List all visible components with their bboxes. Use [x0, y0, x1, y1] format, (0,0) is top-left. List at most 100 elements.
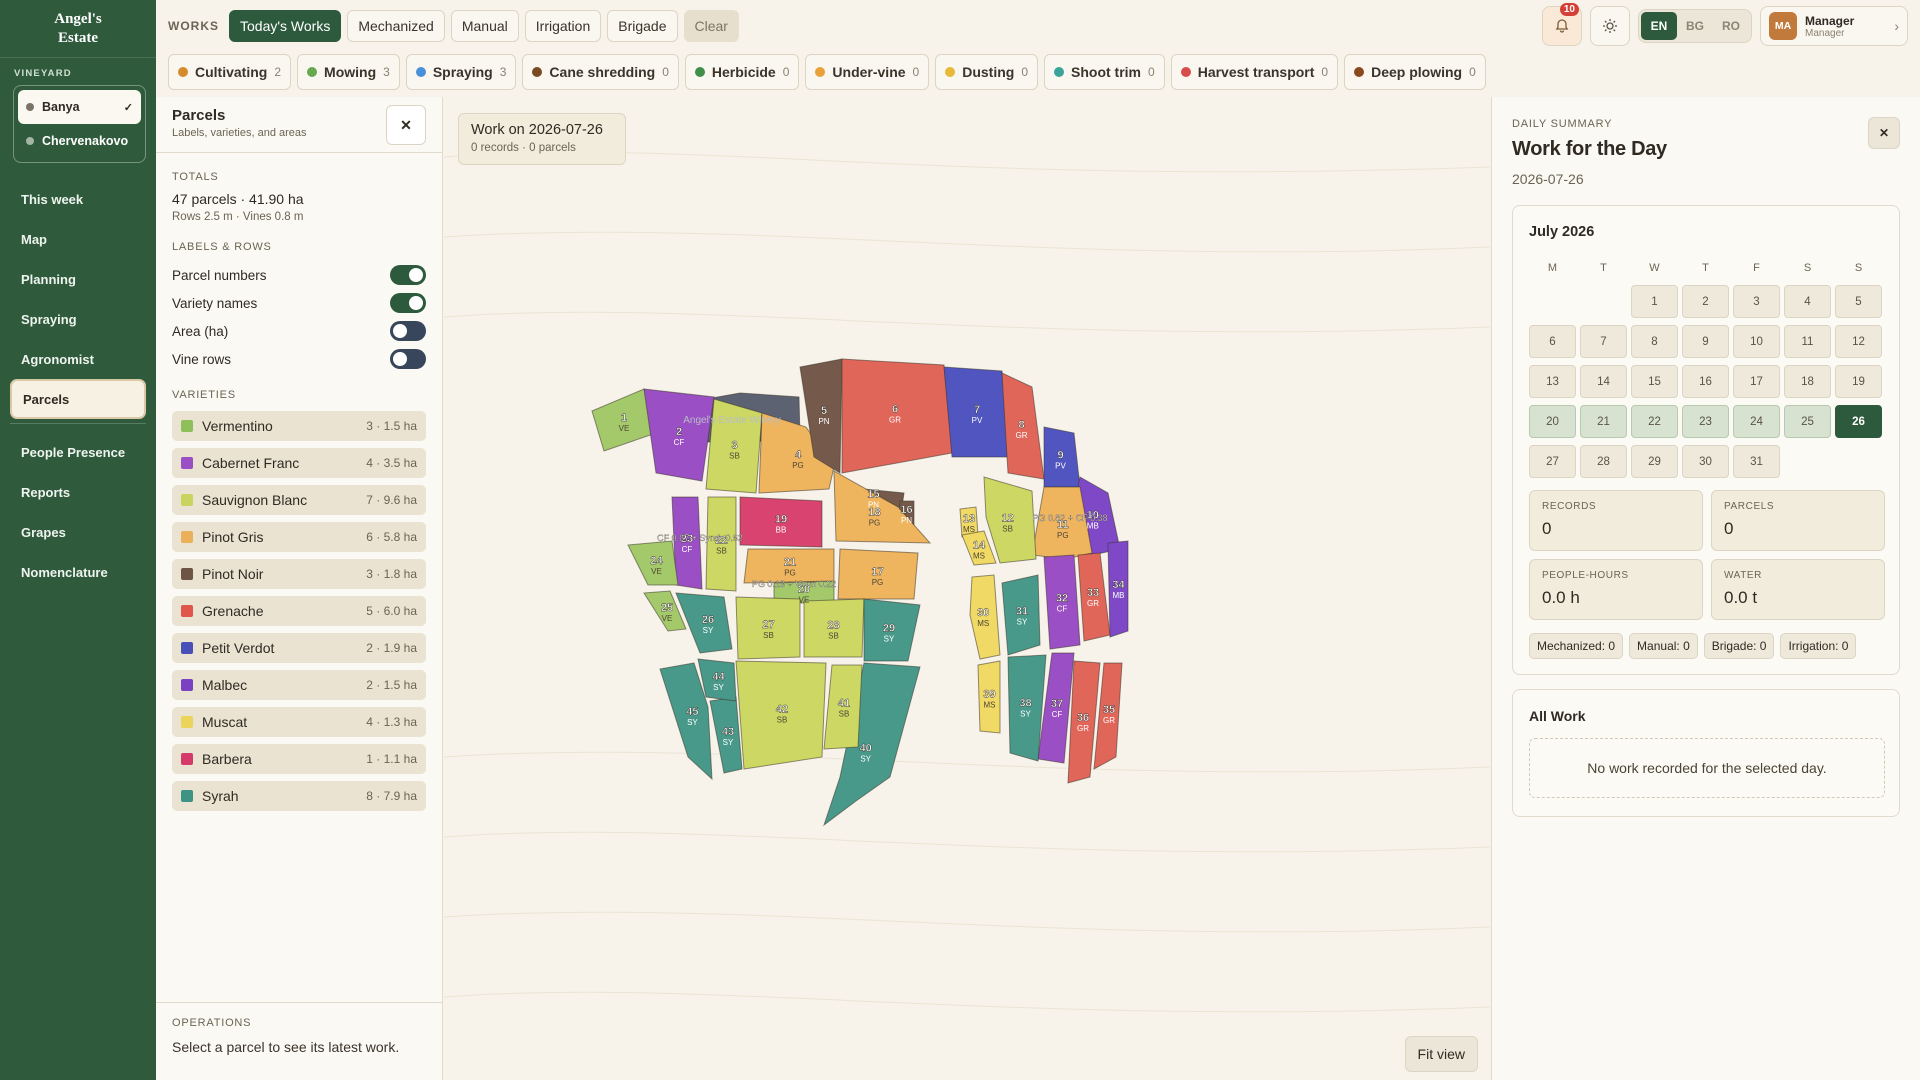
filter-brigade[interactable]: Brigade: [607, 10, 678, 42]
nav-item-people-presence[interactable]: People Presence: [0, 432, 156, 472]
category-spraying[interactable]: Spraying 3: [405, 54, 517, 90]
calendar-day[interactable]: 6: [1529, 325, 1576, 358]
toggle-switch[interactable]: [390, 321, 426, 341]
variety-item[interactable]: Grenache 5 · 6.0 ha: [172, 596, 426, 626]
variety-item[interactable]: Syrah 8 · 7.9 ha: [172, 781, 426, 811]
calendar-day[interactable]: 23: [1682, 405, 1729, 438]
nav-item-agronomist[interactable]: Agronomist: [0, 339, 156, 379]
category-cultivating[interactable]: Cultivating 2: [168, 54, 292, 90]
category-under-vine[interactable]: Under-vine 0: [805, 54, 930, 90]
filter-irrigation[interactable]: Irrigation: [524, 10, 602, 42]
variety-item[interactable]: Cabernet Franc 4 · 3.5 ha: [172, 448, 426, 478]
calendar-day[interactable]: 20: [1529, 405, 1576, 438]
category-herbicide[interactable]: Herbicide 0: [684, 54, 800, 90]
nav-item-this-week[interactable]: This week: [0, 179, 156, 219]
calendar-day[interactable]: 24: [1733, 405, 1780, 438]
calendar-day[interactable]: 31: [1733, 445, 1780, 478]
filter-manual[interactable]: Manual: [450, 10, 519, 42]
variety-item[interactable]: Vermentino 3 · 1.5 ha: [172, 411, 426, 441]
nav-item-planning[interactable]: Planning: [0, 259, 156, 299]
variety-item[interactable]: Pinot Gris 6 · 5.8 ha: [172, 522, 426, 552]
lang-en[interactable]: EN: [1641, 12, 1677, 40]
calendar-day[interactable]: 13: [1529, 365, 1576, 398]
nav-item-spraying[interactable]: Spraying: [0, 299, 156, 339]
parcel-number: 34: [1112, 579, 1125, 591]
nav-item-grapes[interactable]: Grapes: [0, 512, 156, 552]
variety-item[interactable]: Petit Verdot 2 · 1.9 ha: [172, 633, 426, 663]
parcel-number: 45: [686, 706, 698, 718]
calendar-day[interactable]: 26: [1835, 405, 1882, 438]
filter-mechanized[interactable]: Mechanized: [347, 10, 445, 42]
calendar-day[interactable]: 1: [1631, 285, 1678, 318]
notifications-button[interactable]: 10: [1542, 3, 1582, 46]
toggle-switch[interactable]: [390, 265, 426, 285]
calendar-day[interactable]: 22: [1631, 405, 1678, 438]
calendar-day[interactable]: 25: [1784, 405, 1831, 438]
clear-filters-button[interactable]: Clear: [683, 10, 739, 42]
nav-item-reports[interactable]: Reports: [0, 472, 156, 512]
category-count: 2: [274, 65, 282, 79]
calendar-day[interactable]: 27: [1529, 445, 1576, 478]
category-mowing[interactable]: Mowing 3: [297, 54, 400, 90]
calendar-day[interactable]: 3: [1733, 285, 1780, 318]
calendar-day[interactable]: 8: [1631, 325, 1678, 358]
lang-bg[interactable]: BG: [1677, 12, 1713, 40]
parcel-map[interactable]: Angel's Estate Winery 1 VE 2 CF 3 SB 4 PG 5 PN 6 GR 7…: [444, 97, 1490, 1080]
close-summary-button[interactable]: ✕: [1868, 117, 1900, 149]
variety-swatch: [181, 457, 193, 469]
brand-logo[interactable]: Angel's Estate: [0, 0, 156, 58]
calendar-day[interactable]: 16: [1682, 365, 1729, 398]
nav-item-parcels[interactable]: Parcels: [10, 379, 146, 419]
close-parcels-panel-button[interactable]: ✕: [386, 105, 426, 145]
variety-item[interactable]: Sauvignon Blanc 7 · 9.6 ha: [172, 485, 426, 515]
variety-item[interactable]: Barbera 1 · 1.1 ha: [172, 744, 426, 774]
fit-view-button[interactable]: Fit view: [1404, 1036, 1478, 1072]
calendar-day[interactable]: 9: [1682, 325, 1729, 358]
filter-today-s-works[interactable]: Today's Works: [229, 10, 342, 42]
all-work-card: All Work No work recorded for the select…: [1512, 689, 1900, 817]
variety-item[interactable]: Muscat 4 · 1.3 ha: [172, 707, 426, 737]
calendar-day[interactable]: 15: [1631, 365, 1678, 398]
calendar-day[interactable]: 7: [1580, 325, 1627, 358]
user-menu-button[interactable]: MA Manager Manager ›: [1760, 6, 1908, 46]
toggle-switch[interactable]: [390, 293, 426, 313]
calendar-day[interactable]: 30: [1682, 445, 1729, 478]
parcel-variety: MB: [1113, 591, 1125, 600]
calendar-day[interactable]: 5: [1835, 285, 1882, 318]
close-icon: ✕: [1878, 126, 1890, 140]
variety-item[interactable]: Pinot Noir 3 · 1.8 ha: [172, 559, 426, 589]
lang-ro[interactable]: RO: [1713, 12, 1749, 40]
nav-item-nomenclature[interactable]: Nomenclature: [0, 552, 156, 592]
theme-toggle-button[interactable]: [1590, 6, 1630, 46]
parcel-number: 19: [775, 514, 787, 526]
category-cane-shredding[interactable]: Cane shredding 0: [522, 54, 679, 90]
parcel-18[interactable]: [833, 470, 932, 544]
category-harvest-transport[interactable]: Harvest transport 0: [1170, 54, 1339, 90]
category-deep-plowing[interactable]: Deep plowing 0: [1344, 54, 1486, 90]
vineyard-item[interactable]: Banya ✓: [18, 90, 141, 124]
category-dusting[interactable]: Dusting 0: [935, 54, 1039, 90]
calendar-day[interactable]: 4: [1784, 285, 1831, 318]
nav-item-map[interactable]: Map: [0, 219, 156, 259]
works-label: WORKS: [168, 19, 219, 33]
summary-stats: RECORDS 0 PARCELS 0 PEOPLE-HOURS 0.0 h WATER 0.…: [1529, 490, 1885, 620]
weekday-header: S: [1803, 262, 1812, 274]
calendar-day[interactable]: 18: [1784, 365, 1831, 398]
map-canvas[interactable]: Angel's Estate Winery1VE 2CF 3SB 4PG5PN6GR7…: [444, 97, 1490, 1080]
calendar-day[interactable]: 11: [1784, 325, 1831, 358]
calendar-day[interactable]: 28: [1580, 445, 1627, 478]
calendar-day[interactable]: 10: [1733, 325, 1780, 358]
calendar-day[interactable]: 14: [1580, 365, 1627, 398]
weekday-header: T: [1600, 262, 1607, 274]
vineyard-item[interactable]: Chervenakovo: [18, 124, 141, 158]
toggle-switch[interactable]: [390, 349, 426, 369]
calendar-day[interactable]: 29: [1631, 445, 1678, 478]
calendar-day[interactable]: 19: [1835, 365, 1882, 398]
variety-item[interactable]: Malbec 2 · 1.5 ha: [172, 670, 426, 700]
variety-info: 5 · 6.0 ha: [366, 604, 417, 618]
calendar-day[interactable]: 12: [1835, 325, 1882, 358]
calendar-day[interactable]: 17: [1733, 365, 1780, 398]
category-shoot-trim[interactable]: Shoot trim 0: [1044, 54, 1165, 90]
calendar-day[interactable]: 2: [1682, 285, 1729, 318]
calendar-day[interactable]: 21: [1580, 405, 1627, 438]
